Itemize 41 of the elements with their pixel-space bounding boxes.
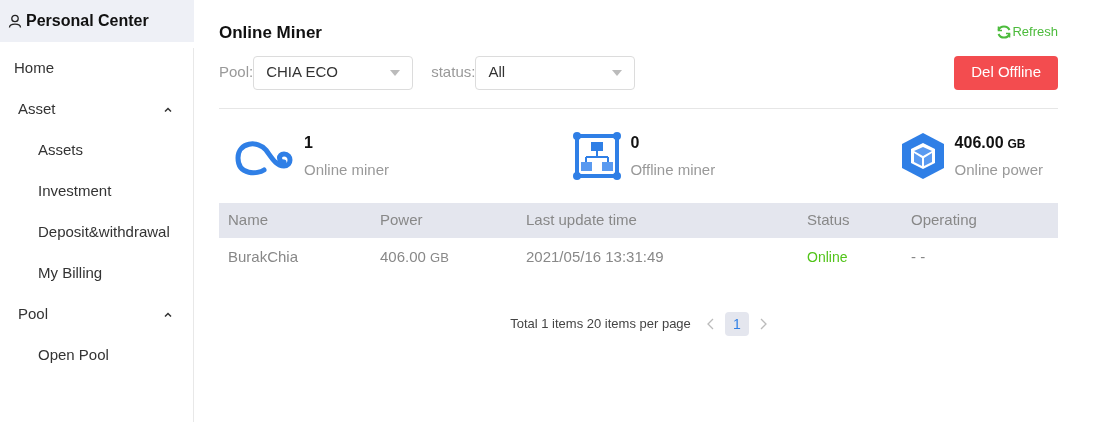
submenu-item[interactable]: Investment (0, 171, 193, 212)
select-field[interactable]: CHIA ECO (253, 55, 414, 90)
stat-label: Online miner (304, 159, 390, 180)
filter-label: status: (431, 62, 476, 83)
stat-label: Offline miner (630, 159, 716, 180)
select-field[interactable]: All (475, 55, 636, 90)
submenu-item[interactable]: My Billing (0, 253, 193, 294)
column-header: Status (798, 203, 902, 238)
chevron-left-icon[interactable] (706, 318, 715, 330)
status-text: Online (798, 238, 902, 276)
stat-label: Online power (954, 159, 1043, 180)
stat-value: 1 (304, 132, 314, 153)
sidebar-title: Personal Center (26, 11, 149, 31)
caret-up-icon (164, 312, 172, 317)
menu-group[interactable]: Pool (0, 294, 193, 335)
table-cell: 406.00 GB (371, 238, 517, 276)
chevron-right-icon[interactable] (758, 318, 767, 330)
dropdown-icon (612, 69, 623, 76)
menu-group[interactable]: Asset (0, 89, 193, 130)
table-cell: - - (902, 238, 1058, 276)
dropdown-icon (390, 69, 401, 76)
submenu-item[interactable]: Open Pool (0, 335, 193, 376)
column-header: Operating (902, 203, 1058, 238)
column-header: Power (371, 203, 517, 238)
network-icon (572, 130, 623, 181)
column-header: Name (219, 203, 371, 238)
table-cell: BurakChia (219, 238, 371, 276)
table-cell: 2021/05/16 13:31:49 (517, 238, 798, 276)
stat-value: 0 (630, 132, 641, 153)
menu-item[interactable]: Home (0, 48, 193, 89)
submenu-item[interactable]: Assets (0, 130, 193, 171)
refresh-icon (996, 23, 1013, 40)
filter-label: Pool: (219, 62, 254, 83)
user-icon (8, 14, 22, 28)
delete-offline-button[interactable]: Del Offline (954, 55, 1058, 90)
pagination-summary: Total 1 items 20 items per page (510, 315, 691, 334)
column-header: Last update time (517, 203, 798, 238)
page-title: Online Miner (219, 22, 322, 44)
caret-up-icon (164, 107, 172, 112)
stat-value: 406.00 GB (954, 132, 1027, 153)
submenu-item[interactable]: Deposit&withdrawal (0, 212, 193, 253)
